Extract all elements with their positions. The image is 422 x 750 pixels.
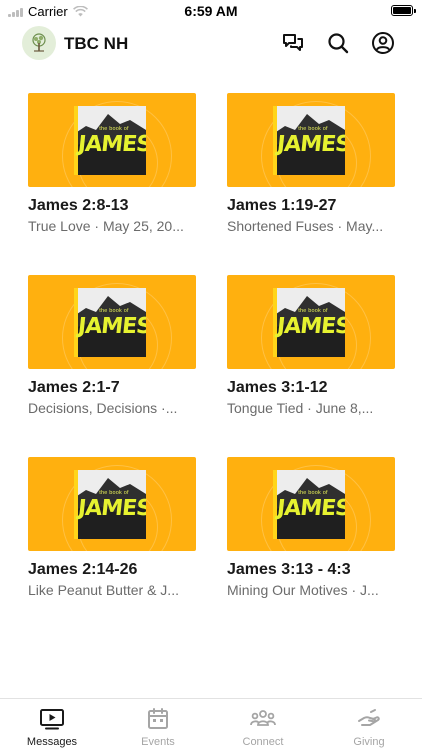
status-bar: Carrier 6:59 AM <box>0 0 422 22</box>
message-card[interactable]: the book of JAMES James 3:1-12 Tongue Ti… <box>227 275 395 416</box>
message-card[interactable]: the book of JAMES James 2:14-26 Like Pea… <box>28 457 196 598</box>
message-subtitle: Like Peanut Butter & J... <box>28 582 179 598</box>
status-time: 6:59 AM <box>184 3 238 19</box>
video-icon <box>40 709 64 730</box>
book-title: JAMES <box>275 132 345 157</box>
search-icon[interactable] <box>326 31 350 55</box>
book-title: JAMES <box>275 314 345 339</box>
message-title: James 3:1-12 <box>227 379 328 396</box>
book-cover-art: the book of JAMES <box>74 106 146 175</box>
book-cover-art: the book of JAMES <box>74 288 146 357</box>
tab-messages[interactable]: Messages <box>12 707 92 748</box>
message-card[interactable]: the book of JAMES James 1:19-27 Shortene… <box>227 93 395 234</box>
tab-label: Messages <box>26 736 78 748</box>
book-title: JAMES <box>76 314 146 339</box>
message-card[interactable]: the book of JAMES James 2:1-7 Decisions,… <box>28 275 196 416</box>
account-icon[interactable] <box>371 31 395 55</box>
tree-icon <box>32 33 46 52</box>
message-title: James 1:19-27 <box>227 197 337 214</box>
message-title: James 2:8-13 <box>28 197 129 214</box>
book-title: JAMES <box>76 496 146 521</box>
message-title: James 2:14-26 <box>28 561 138 578</box>
book-cover-art: the book of JAMES <box>273 106 345 175</box>
app-header: TBC NH <box>0 26 422 62</box>
message-subtitle: Shortened Fuses · May... <box>227 218 384 234</box>
series-thumbnail: the book of JAMES <box>28 93 196 187</box>
book-cover-art: the book of JAMES <box>273 288 345 357</box>
book-title: JAMES <box>76 132 146 157</box>
app-title: TBC NH <box>64 34 129 53</box>
tab-connect[interactable]: Connect <box>223 707 303 748</box>
chat-icon[interactable] <box>281 31 305 55</box>
battery-icon <box>391 5 416 16</box>
message-subtitle: Tongue Tied · June 8,... <box>227 400 374 416</box>
tab-label: Connect <box>242 736 284 748</box>
message-card[interactable]: the book of JAMES James 2:8-13 True Love… <box>28 93 196 234</box>
church-logo-avatar[interactable] <box>22 26 56 60</box>
message-card[interactable]: the book of JAMES James 3:13 - 4:3 Minin… <box>227 457 395 598</box>
message-title: James 3:13 - 4:3 <box>227 561 351 578</box>
tab-label: Events <box>141 736 175 748</box>
people-icon <box>250 710 276 726</box>
calendar-icon <box>148 708 168 729</box>
message-title: James 2:1-7 <box>28 379 120 396</box>
series-thumbnail: the book of JAMES <box>227 275 395 369</box>
giving-hand-icon <box>358 709 380 726</box>
message-subtitle: Mining Our Motives · J... <box>227 582 379 598</box>
tab-events[interactable]: Events <box>118 707 198 748</box>
tab-giving[interactable]: Giving <box>329 707 409 748</box>
series-thumbnail: the book of JAMES <box>227 93 395 187</box>
tab-bar: Messages Events Connect Giving <box>0 698 422 750</box>
book-cover-art: the book of JAMES <box>273 470 345 539</box>
series-thumbnail: the book of JAMES <box>28 275 196 369</box>
tab-label: Giving <box>353 736 385 748</box>
message-subtitle: True Love · May 25, 20... <box>28 218 184 234</box>
series-thumbnail: the book of JAMES <box>28 457 196 551</box>
book-title: JAMES <box>275 496 345 521</box>
book-cover-art: the book of JAMES <box>74 470 146 539</box>
series-thumbnail: the book of JAMES <box>227 457 395 551</box>
message-subtitle: Decisions, Decisions ·... <box>28 400 178 416</box>
